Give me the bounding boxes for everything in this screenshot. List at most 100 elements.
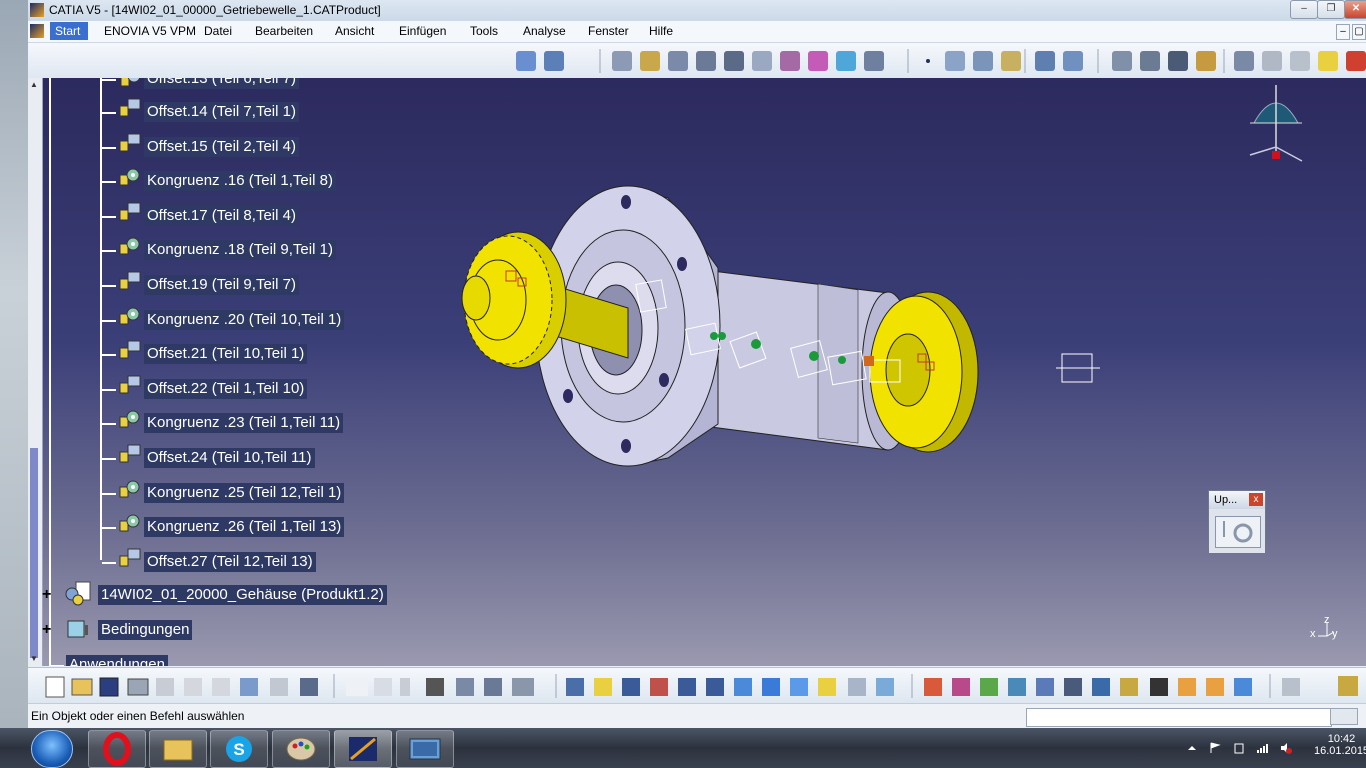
reuse-pattern-icon[interactable]	[864, 51, 884, 71]
pan-icon[interactable]	[622, 678, 640, 696]
rotate-icon[interactable]	[650, 678, 668, 696]
menu-hilfe[interactable]: Hilfe	[649, 24, 673, 38]
cut-icon[interactable]	[156, 678, 174, 696]
clash-icon[interactable]	[1168, 51, 1188, 71]
copy-icon[interactable]	[184, 678, 202, 696]
offset-tool-icon[interactable]	[668, 51, 688, 71]
tree-item-constraint[interactable]: Offset.27 (Teil 12,Teil 13)	[102, 548, 422, 573]
assembly-icon-2[interactable]	[952, 678, 970, 696]
coincidence-tool-icon[interactable]	[612, 51, 632, 71]
tree-item-offset-13[interactable]: Offset.13 (Teil 6,Teil 7)	[102, 78, 402, 90]
tree-item-anwendungen[interactable]: Anwendungen	[50, 654, 250, 666]
menu-tools[interactable]: Tools	[470, 24, 498, 38]
menu-fenster[interactable]: Fenster	[588, 24, 629, 38]
hide-show-icon[interactable]	[848, 678, 866, 696]
assembly-icon-4[interactable]	[1008, 678, 1026, 696]
expand-plus-icon[interactable]: +	[42, 622, 56, 638]
taskbar-catia-button[interactable]	[334, 730, 392, 768]
assembly-icon-6[interactable]	[1064, 678, 1082, 696]
maximize-button[interactable]: ❐	[1317, 0, 1345, 19]
drawing-2d-alt-icon[interactable]	[1206, 678, 1224, 696]
knowledge-icon[interactable]	[400, 678, 410, 696]
assembly-icon-3[interactable]	[980, 678, 998, 696]
assembly-icon-1[interactable]	[924, 678, 942, 696]
fly-mode-icon[interactable]	[566, 678, 584, 696]
update-panel-close-button[interactable]: x	[1249, 493, 1263, 506]
menu-start[interactable]: Start	[50, 22, 89, 40]
print-icon[interactable]	[127, 678, 149, 696]
windows-start-button[interactable]	[31, 730, 73, 768]
taskbar-viewer-button[interactable]	[396, 730, 454, 768]
save-icon[interactable]	[99, 677, 119, 697]
geometry-canvas[interactable]	[28, 78, 1366, 666]
change-constraint-icon[interactable]	[836, 51, 856, 71]
menu-einfuegen[interactable]: Einfügen	[399, 24, 446, 38]
power-input-button[interactable]	[1330, 708, 1358, 725]
taskbar-opera-button[interactable]	[88, 730, 146, 768]
system-clock[interactable]: 10:42 16.01.2015	[1314, 733, 1366, 757]
tree-item-constraint[interactable]: Kongruenz .23 (Teil 1,Teil 11)	[102, 410, 422, 434]
arc-icon[interactable]	[973, 51, 993, 71]
menu-datei[interactable]: Datei	[204, 24, 232, 38]
3d-viewport[interactable]: ▲ ▼ Offset.13 (Teil 6,Teil 7) + 14WI02_0…	[28, 78, 1366, 666]
open-folder-icon[interactable]	[71, 678, 93, 696]
manipulate-icon[interactable]	[1112, 51, 1132, 71]
minimize-button[interactable]: –	[1290, 0, 1318, 19]
title-bar[interactable]: CATIA V5 - [14WI02_01_00000_Getriebewell…	[28, 0, 1366, 21]
fit-all-icon[interactable]	[594, 678, 612, 696]
angle-tool-icon[interactable]	[696, 51, 716, 71]
update-button[interactable]	[1215, 516, 1261, 548]
zoom-out-icon[interactable]	[706, 678, 724, 696]
assembly-icon-8[interactable]	[1120, 678, 1138, 696]
taskbar-explorer-button[interactable]	[149, 730, 207, 768]
whats-this-icon[interactable]	[300, 678, 318, 696]
point-icon[interactable]	[926, 59, 930, 63]
view-front-icon[interactable]	[1035, 51, 1055, 71]
menu-bearbeiten[interactable]: Bearbeiten	[255, 24, 313, 38]
volume-muted-icon[interactable]	[1280, 742, 1292, 754]
delete-icon[interactable]	[1346, 51, 1366, 71]
action-center-flag-icon[interactable]	[1209, 742, 1221, 754]
tree-item-constraint[interactable]: Kongruenz .25 (Teil 12,Teil 1)	[102, 480, 422, 504]
exploded-view-icon[interactable]	[516, 51, 536, 71]
doc-minimize-button[interactable]: –	[1336, 24, 1350, 40]
menu-enovia[interactable]: ENOVIA V5 VPM	[104, 24, 196, 38]
sectioning-icon[interactable]	[1290, 51, 1310, 71]
assembly-icon-5[interactable]	[1036, 678, 1054, 696]
undo-icon[interactable]	[240, 678, 258, 696]
tree-item-constraint[interactable]: Kongruenz .20 (Teil 10,Teil 1)	[102, 307, 422, 331]
scroll-down-arrow[interactable]: ▼	[30, 654, 38, 663]
zoom-in-icon[interactable]	[678, 678, 696, 696]
analysis-icon[interactable]	[1282, 678, 1300, 696]
tree-item-product[interactable]: + 14WI02_01_20000_Gehäuse (Produkt1.2)	[42, 581, 442, 606]
plane-icon[interactable]	[1001, 51, 1021, 71]
update-panel[interactable]: Up... x	[1208, 490, 1266, 554]
normal-view-icon[interactable]	[734, 678, 752, 696]
assembly-icon-9[interactable]	[1150, 678, 1168, 696]
paste-icon[interactable]	[212, 678, 230, 696]
spline-icon[interactable]	[945, 51, 965, 71]
formula-icon[interactable]	[346, 678, 368, 696]
gear[interactable]	[461, 231, 567, 369]
catalog-icon[interactable]	[484, 678, 502, 696]
tree-item-constraint[interactable]: Kongruenz .16 (Teil 1,Teil 8)	[102, 168, 422, 192]
view-iso-icon[interactable]	[1063, 51, 1083, 71]
swap-visible-icon[interactable]	[876, 678, 894, 696]
lightbulb-icon[interactable]	[1318, 51, 1338, 71]
tree-scrollbar[interactable]: ▲ ▼	[28, 78, 43, 666]
tree-item-constraint[interactable]: Offset.14 (Teil 7,Teil 1)	[102, 98, 422, 123]
scroll-up-arrow[interactable]: ▲	[30, 80, 38, 89]
fix-tool-icon[interactable]	[724, 51, 744, 71]
multi-view-icon[interactable]	[762, 678, 780, 696]
measure-icon[interactable]	[1262, 51, 1282, 71]
scrollbar-thumb[interactable]	[30, 448, 38, 658]
assembly-icon-7[interactable]	[1092, 678, 1110, 696]
document-icon[interactable]	[30, 24, 44, 38]
tree-item-bedingungen[interactable]: + Bedingungen	[42, 619, 342, 641]
design-table-icon[interactable]	[512, 678, 534, 696]
tree-item-constraint[interactable]: Offset.22 (Teil 1,Teil 10)	[102, 375, 422, 400]
iso-view-icon[interactable]	[790, 678, 808, 696]
redo-icon[interactable]	[270, 678, 288, 696]
fix-together-icon[interactable]	[752, 51, 772, 71]
menu-analyse[interactable]: Analyse	[523, 24, 566, 38]
